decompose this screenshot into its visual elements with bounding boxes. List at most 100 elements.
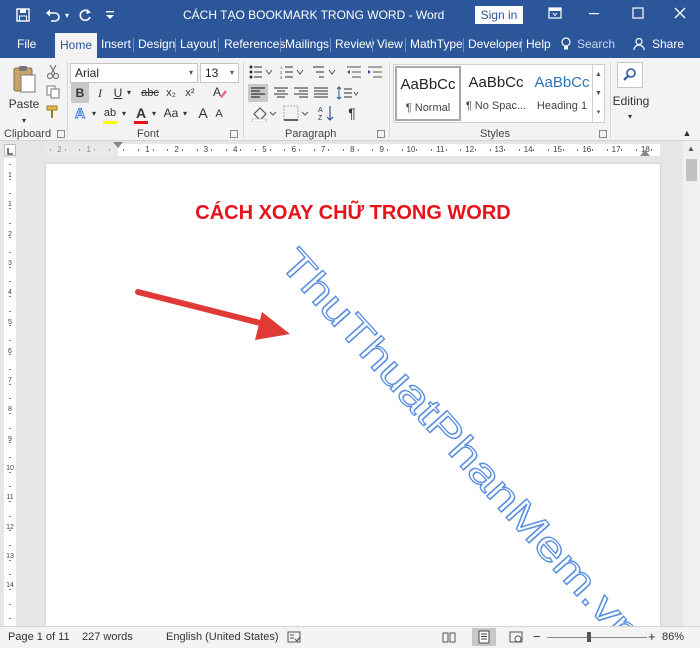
font-size-dropdown-icon[interactable]: ▾	[226, 64, 238, 82]
font-name-dropdown-icon[interactable]: ▾	[185, 64, 197, 82]
text-effects-dropdown-icon[interactable]: ▾	[89, 105, 99, 123]
clear-formatting-icon[interactable]: A	[211, 84, 229, 105]
tab-file[interactable]: File	[17, 31, 36, 58]
borders-icon[interactable]	[282, 104, 310, 125]
horizontal-ruler[interactable]: 21123456789101112131415161718	[46, 142, 660, 156]
page-count[interactable]: Page 1 of 11	[8, 631, 70, 643]
italic-button[interactable]: I	[93, 84, 107, 102]
superscript-button[interactable]: x²	[181, 84, 199, 102]
scrollbar-thumb[interactable]	[686, 159, 697, 181]
tab-insert[interactable]: Insert	[101, 31, 131, 58]
tab-layout[interactable]: Layout	[180, 31, 216, 58]
multilevel-list-icon[interactable]	[312, 65, 336, 82]
styles-launcher-icon[interactable]	[599, 130, 607, 138]
increase-indent-icon[interactable]	[367, 65, 383, 82]
numbering-icon[interactable]: 123	[280, 65, 304, 82]
styles-scroll-up-icon[interactable]: ▲	[592, 65, 604, 84]
change-case-dropdown-icon[interactable]: ▾	[180, 105, 190, 123]
highlight-dropdown-icon[interactable]: ▾	[119, 105, 129, 123]
styles-more-icon[interactable]: ▾	[592, 103, 604, 122]
paragraph-launcher-icon[interactable]	[377, 130, 385, 138]
share-button[interactable]: Share	[652, 31, 684, 58]
accessibility-icon[interactable]	[287, 630, 301, 647]
font-name-combo[interactable]: Arial ▾	[70, 63, 198, 83]
print-layout-icon[interactable]	[472, 628, 496, 646]
language-indicator[interactable]: English (United States)	[166, 631, 279, 643]
zoom-slider[interactable]	[547, 632, 647, 642]
bold-button[interactable]: B	[71, 83, 89, 103]
collapse-ribbon-icon[interactable]: ▲	[680, 124, 694, 142]
tab-mailings[interactable]: Mailings	[285, 31, 329, 58]
redo-icon[interactable]	[77, 5, 93, 25]
shrink-font-button[interactable]: A	[212, 105, 226, 123]
tab-selector-icon[interactable]	[4, 144, 16, 156]
editing-dropdown-icon[interactable]: ▾	[624, 108, 636, 126]
subscript-button[interactable]: x₂	[162, 84, 180, 102]
maximize-icon[interactable]	[623, 4, 653, 26]
tab-view[interactable]: View	[377, 31, 403, 58]
save-icon[interactable]	[12, 5, 34, 25]
bullets-icon[interactable]	[249, 65, 273, 82]
minimize-icon[interactable]	[579, 4, 609, 26]
align-center-icon[interactable]	[272, 84, 290, 105]
find-icon[interactable]	[617, 62, 643, 88]
vertical-scrollbar[interactable]: ▲	[683, 141, 700, 626]
rotated-wordart-text[interactable]: ThuThuatPhanMem.vn	[271, 240, 652, 644]
right-indent-marker-icon[interactable]	[640, 150, 651, 156]
align-right-icon[interactable]	[292, 84, 310, 105]
indent-marker-icon[interactable]	[113, 142, 123, 148]
close-icon[interactable]	[665, 4, 695, 26]
paste-button[interactable]: Paste	[8, 95, 40, 113]
clipboard-launcher-icon[interactable]	[57, 130, 65, 138]
zoom-out-button[interactable]: −	[533, 629, 541, 644]
change-case-button[interactable]: Aa	[162, 104, 180, 122]
web-layout-icon[interactable]	[509, 630, 523, 647]
ribbon-display-options-icon[interactable]	[540, 4, 570, 26]
style-normal[interactable]: AaBbCc ¶ Normal	[395, 66, 461, 121]
copy-icon[interactable]	[45, 85, 61, 104]
style-heading-1[interactable]: AaBbCc Heading 1	[529, 66, 595, 121]
font-size-combo[interactable]: 13 ▾	[200, 63, 239, 83]
underline-button[interactable]: U	[111, 84, 125, 102]
tab-review[interactable]: Review	[335, 31, 374, 58]
paste-icon[interactable]	[10, 64, 38, 94]
customize-qat-icon[interactable]	[104, 5, 116, 25]
word-count[interactable]: 227 words	[82, 631, 133, 643]
sign-in-button[interactable]: Sign in	[475, 6, 523, 24]
cut-icon[interactable]	[45, 64, 61, 85]
align-left-icon[interactable]	[248, 84, 268, 102]
tell-me-search[interactable]: Search	[577, 31, 615, 58]
line-spacing-icon[interactable]	[336, 84, 360, 105]
tab-developer[interactable]: Developer	[468, 31, 523, 58]
styles-scroll-down-icon[interactable]: ▼	[592, 84, 604, 103]
shading-icon[interactable]	[250, 104, 278, 125]
scroll-up-icon[interactable]: ▲	[687, 144, 695, 153]
highlight-button[interactable]: ab	[101, 104, 119, 124]
undo-icon[interactable]	[44, 5, 62, 25]
tab-design[interactable]: Design	[138, 31, 175, 58]
tab-mathtype[interactable]: MathType	[410, 31, 463, 58]
document-page[interactable]: CÁCH XOAY CHỮ TRONG WORD ThuThuatPhanMem…	[46, 164, 660, 644]
sort-icon[interactable]: AZ	[318, 104, 336, 125]
decrease-indent-icon[interactable]	[346, 65, 362, 82]
undo-dropdown-icon[interactable]: ▾	[62, 5, 72, 25]
underline-dropdown-icon[interactable]: ▾	[124, 84, 134, 102]
justify-icon[interactable]	[312, 84, 330, 105]
font-color-dropdown-icon[interactable]: ▾	[149, 105, 159, 123]
zoom-in-button[interactable]: +	[648, 629, 656, 644]
show-formatting-marks-button[interactable]: ¶	[344, 104, 360, 122]
zoom-level[interactable]: 86%	[662, 631, 684, 643]
style-no-spacing[interactable]: AaBbCc ¶ No Spac...	[463, 66, 529, 121]
format-painter-icon[interactable]	[45, 105, 61, 124]
font-launcher-icon[interactable]	[230, 130, 238, 138]
tab-help[interactable]: Help	[526, 31, 551, 58]
strikethrough-button[interactable]: abc	[139, 84, 161, 102]
tab-references[interactable]: References	[224, 31, 285, 58]
zoom-slider-thumb[interactable]	[587, 632, 592, 642]
grow-font-button[interactable]: A	[196, 104, 210, 122]
red-arrow[interactable]	[135, 289, 290, 340]
text-effects-icon[interactable]: A	[73, 105, 89, 126]
vertical-ruler[interactable]: 1 1 2 3 4 5 6 7 8 9 10 11 12 13 14	[4, 158, 16, 626]
font-color-button[interactable]: A	[133, 104, 149, 124]
tab-home[interactable]: Home	[55, 33, 98, 58]
